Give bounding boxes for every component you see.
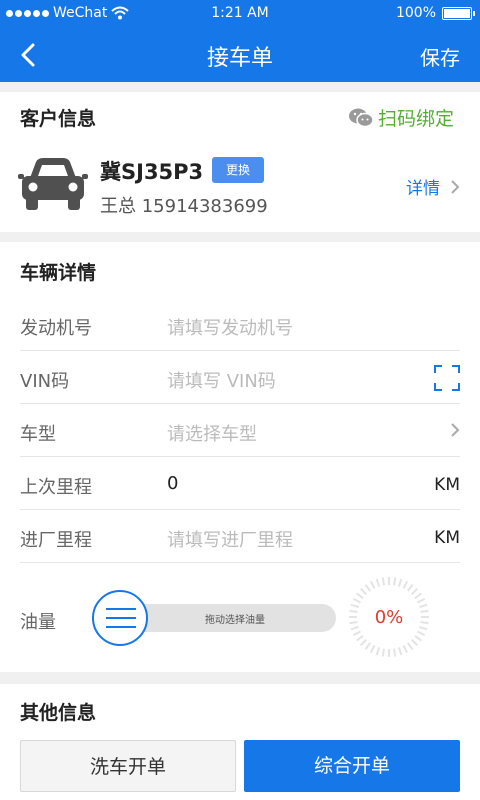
vehicle-details-section: 车辆详情 发动机号 请填写发动机号 VIN码 请填写 VIN码 车型 请选择车型… (0, 242, 480, 672)
status-bar: WeChat 1:21 AM 100% (0, 0, 480, 28)
scan-bind-button[interactable]: 扫码绑定 (348, 104, 454, 131)
scan-icon[interactable] (434, 365, 460, 391)
battery-icon (442, 6, 475, 20)
vin-label: VIN码 (20, 371, 70, 392)
car-icon (18, 158, 88, 210)
license-plate: 冀SJ35P3 (100, 160, 204, 184)
last-mileage-unit: KM (434, 475, 460, 495)
fuel-label: 油量 (20, 612, 56, 633)
change-vehicle-button[interactable]: 更换 (212, 157, 264, 183)
section-title-customer: 客户信息 (20, 108, 97, 130)
nav-bar: 接车单 保存 (0, 28, 480, 82)
page-title: 接车单 (206, 46, 273, 71)
fuel-percent: 0% (374, 607, 404, 628)
engine-number-row: 发动机号 请填写发动机号 (20, 298, 460, 351)
engine-number-input[interactable]: 请填写发动机号 (167, 314, 293, 340)
chevron-right-icon (451, 423, 460, 437)
vin-row: VIN码 请填写 VIN码 (20, 351, 460, 404)
last-mileage-label: 上次里程 (20, 477, 92, 498)
last-mileage-row: 上次里程 0 KM (20, 457, 460, 510)
fuel-slider-handle[interactable] (92, 590, 148, 646)
entry-mileage-label: 进厂里程 (20, 530, 92, 551)
top-bar: WeChat 1:21 AM 100% 接车单 保存 (0, 0, 480, 82)
vehicle-model-label: 车型 (20, 424, 56, 445)
scan-bind-label: 扫码绑定 (377, 108, 454, 130)
last-mileage-value: 0 (167, 473, 179, 494)
entry-mileage-unit: KM (434, 528, 460, 548)
detail-label: 详情 (406, 179, 440, 199)
battery-status: 100% (395, 5, 475, 21)
vehicle-model-select[interactable]: 请选择车型 (167, 420, 257, 446)
vin-input[interactable]: 请填写 VIN码 (167, 367, 276, 393)
battery-label: 100% (395, 5, 436, 21)
wechat-icon (348, 108, 374, 127)
save-button[interactable]: 保存 (420, 42, 460, 71)
section-title-vehicle: 车辆详情 (20, 262, 97, 284)
other-info-section: 其他信息 洗车开单 综合开单 (0, 684, 480, 800)
wash-order-button[interactable]: 洗车开单 (20, 740, 236, 792)
section-title-other: 其他信息 (20, 702, 97, 724)
full-order-button[interactable]: 综合开单 (244, 740, 460, 792)
customer-detail-link[interactable]: 详情 (406, 174, 460, 199)
entry-mileage-input[interactable]: 请填写进厂里程 (167, 526, 293, 552)
owner-contact: 王总 15914383699 (100, 196, 268, 217)
engine-number-label: 发动机号 (20, 318, 92, 339)
vehicle-model-row[interactable]: 车型 请选择车型 (20, 404, 460, 457)
entry-mileage-row: 进厂里程 请填写进厂里程 KM (20, 510, 460, 563)
chevron-right-icon (451, 179, 460, 194)
customer-info-section: 客户信息 扫码绑定 冀SJ35P3 更换 王总 15914383699 详情 (0, 92, 480, 232)
